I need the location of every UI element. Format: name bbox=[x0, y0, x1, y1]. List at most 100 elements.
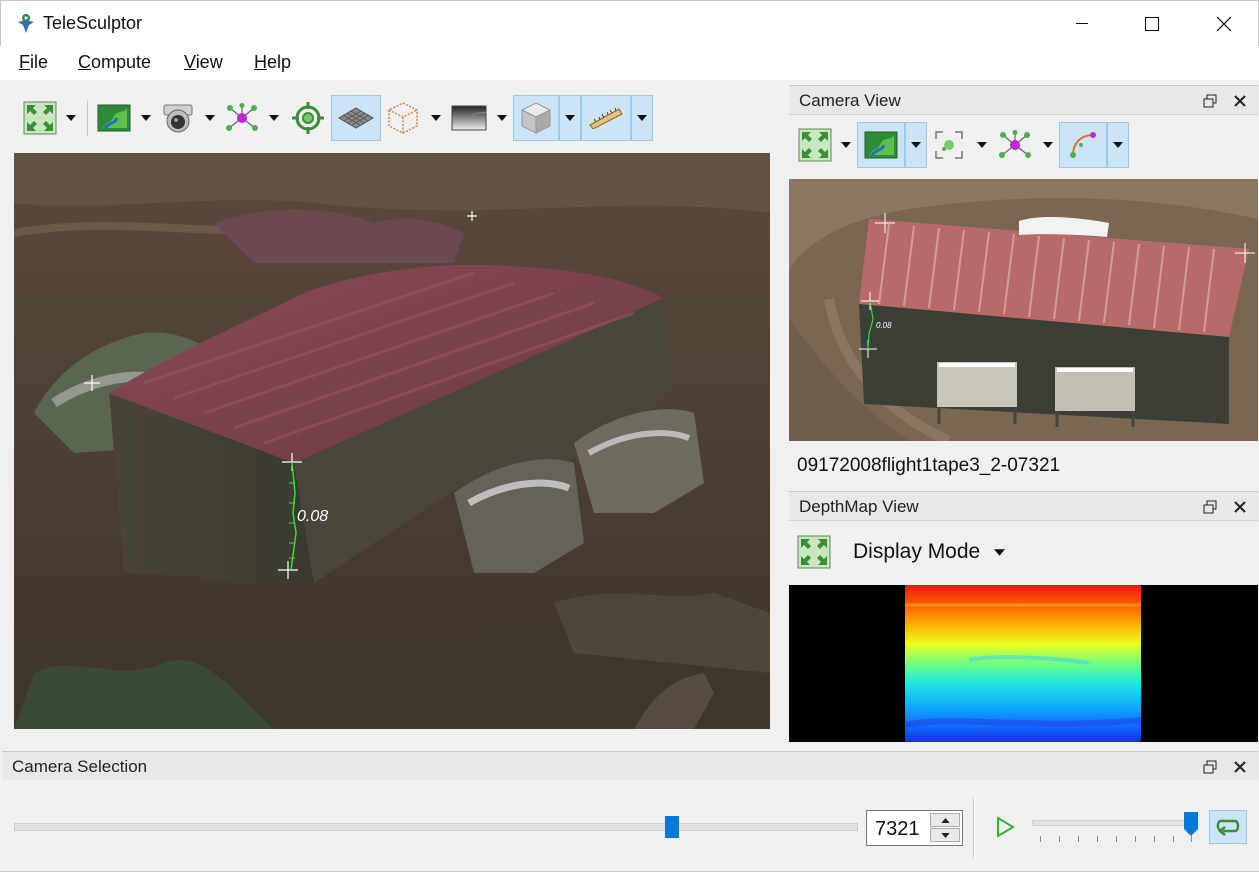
grid-plane-icon bbox=[338, 107, 374, 129]
frame-spinbox[interactable]: 7321 bbox=[866, 810, 963, 846]
image-icon bbox=[97, 104, 131, 132]
title-bar: TeleSculptor bbox=[0, 0, 1259, 46]
camera-view-title: Camera View bbox=[799, 91, 901, 110]
camera-reset-view-dropdown[interactable] bbox=[835, 122, 857, 168]
camera-frame-image bbox=[789, 179, 1258, 441]
display-mode-label: Display Mode bbox=[853, 540, 981, 563]
world-view-toolbar bbox=[20, 95, 653, 141]
ruler-dropdown[interactable] bbox=[631, 95, 653, 141]
loop-icon bbox=[1216, 819, 1240, 836]
chevron-down-icon bbox=[1043, 142, 1053, 148]
menu-compute[interactable]: Compute bbox=[78, 52, 151, 73]
camera-reset-view-button[interactable] bbox=[795, 122, 835, 168]
residuals-icon bbox=[1070, 132, 1096, 158]
mesh-button[interactable] bbox=[513, 95, 559, 141]
app-icon bbox=[18, 14, 34, 33]
mesh-cube-icon bbox=[520, 102, 552, 134]
loop-button[interactable] bbox=[1209, 810, 1247, 844]
camera-view-titlebar[interactable]: Camera View bbox=[789, 85, 1258, 115]
reset-view-dropdown[interactable] bbox=[60, 95, 82, 141]
speed-tick bbox=[1078, 836, 1079, 842]
menu-file[interactable]: File bbox=[19, 52, 48, 73]
chevron-down-icon bbox=[205, 115, 215, 121]
target-icon bbox=[292, 102, 324, 134]
spin-down-button[interactable] bbox=[930, 828, 960, 842]
close-panel-icon[interactable] bbox=[1232, 93, 1248, 109]
chevron-down-icon bbox=[841, 142, 851, 148]
residuals-dropdown[interactable] bbox=[1107, 122, 1129, 168]
depthmap-view-titlebar[interactable]: DepthMap View bbox=[789, 491, 1258, 521]
ruler-icon bbox=[589, 107, 623, 129]
chevron-down-icon bbox=[994, 548, 1006, 556]
camera-image-button[interactable] bbox=[857, 122, 905, 168]
playback-speed-handle[interactable] bbox=[1183, 812, 1198, 836]
minimize-button[interactable] bbox=[1047, 1, 1117, 47]
frame-spinbox-value: 7321 bbox=[875, 818, 920, 840]
chevron-down-icon bbox=[977, 142, 987, 148]
feature-points-button[interactable] bbox=[927, 122, 971, 168]
mesh-dropdown[interactable] bbox=[559, 95, 581, 141]
speed-tick bbox=[1040, 836, 1041, 842]
float-panel-icon[interactable] bbox=[1202, 93, 1218, 109]
landmarks-dropdown[interactable] bbox=[263, 95, 285, 141]
play-icon[interactable] bbox=[994, 816, 1016, 838]
camera-button[interactable] bbox=[157, 95, 199, 141]
camera-image-viewport[interactable]: 0.08 bbox=[789, 179, 1258, 441]
camera-view-toolbar bbox=[795, 122, 1129, 168]
camera-dropdown[interactable] bbox=[199, 95, 221, 141]
camera-selection-title: Camera Selection bbox=[12, 757, 148, 776]
ground-plane-button[interactable] bbox=[331, 95, 381, 141]
depth-icon bbox=[451, 105, 487, 131]
frame-slider-track[interactable] bbox=[14, 823, 858, 831]
camera-measurement-label: 0.08 bbox=[876, 321, 892, 330]
menu-help[interactable]: Help bbox=[254, 52, 291, 73]
frame-slider-handle[interactable] bbox=[665, 816, 680, 838]
feature-points-icon bbox=[935, 131, 963, 159]
depth-dropdown[interactable] bbox=[491, 95, 513, 141]
camera-image-dropdown[interactable] bbox=[905, 122, 927, 168]
chevron-down-icon bbox=[940, 832, 950, 838]
close-panel-icon[interactable] bbox=[1232, 759, 1248, 775]
target-button[interactable] bbox=[285, 95, 331, 141]
chevron-up-icon bbox=[940, 817, 950, 823]
menu-view[interactable]: View bbox=[184, 52, 223, 73]
image-overlay-dropdown[interactable] bbox=[135, 95, 157, 141]
spin-up-button[interactable] bbox=[930, 813, 960, 827]
camera-landmarks-button[interactable] bbox=[993, 122, 1037, 168]
menu-bar: File Compute View Help bbox=[0, 46, 1259, 80]
landmarks-button[interactable] bbox=[221, 95, 263, 141]
close-window-button[interactable] bbox=[1189, 1, 1259, 47]
feature-points-dropdown[interactable] bbox=[971, 122, 993, 168]
depthmap-reset-view-button[interactable] bbox=[793, 529, 835, 575]
float-panel-icon[interactable] bbox=[1202, 499, 1218, 515]
chevron-down-icon bbox=[431, 115, 441, 121]
playback-speed-track[interactable] bbox=[1032, 820, 1194, 826]
maximize-icon bbox=[1145, 17, 1159, 31]
mesh-render bbox=[14, 153, 770, 729]
image-icon bbox=[864, 131, 898, 159]
camera-selection-titlebar[interactable]: Camera Selection bbox=[2, 751, 1258, 781]
chevron-down-icon bbox=[497, 115, 507, 121]
depthmap-view-title: DepthMap View bbox=[799, 497, 919, 516]
image-overlay-button[interactable] bbox=[93, 95, 135, 141]
roi-box-button[interactable] bbox=[381, 95, 425, 141]
ruler-button[interactable] bbox=[581, 95, 631, 141]
maximize-button[interactable] bbox=[1117, 1, 1187, 47]
display-mode-dropdown[interactable]: Display Mode bbox=[853, 540, 1006, 564]
chevron-down-icon bbox=[269, 115, 279, 121]
depthmap-toolbar: Display Mode bbox=[789, 521, 1258, 583]
roi-box-dropdown[interactable] bbox=[425, 95, 447, 141]
float-panel-icon[interactable] bbox=[1202, 759, 1218, 775]
speed-tick bbox=[1173, 836, 1174, 842]
depth-button[interactable] bbox=[447, 95, 491, 141]
minimize-icon bbox=[1076, 23, 1088, 24]
depthmap-viewport[interactable] bbox=[789, 585, 1258, 742]
residuals-button[interactable] bbox=[1059, 122, 1107, 168]
reset-view-icon bbox=[797, 535, 831, 569]
close-panel-icon[interactable] bbox=[1232, 499, 1248, 515]
chevron-down-icon bbox=[637, 115, 647, 121]
reset-view-button[interactable] bbox=[20, 95, 60, 141]
camera-frame-name: 09172008flight1tape3_2-07321 bbox=[797, 455, 1061, 476]
world-3d-viewport[interactable]: 0.08 bbox=[14, 153, 770, 729]
camera-landmarks-dropdown[interactable] bbox=[1037, 122, 1059, 168]
